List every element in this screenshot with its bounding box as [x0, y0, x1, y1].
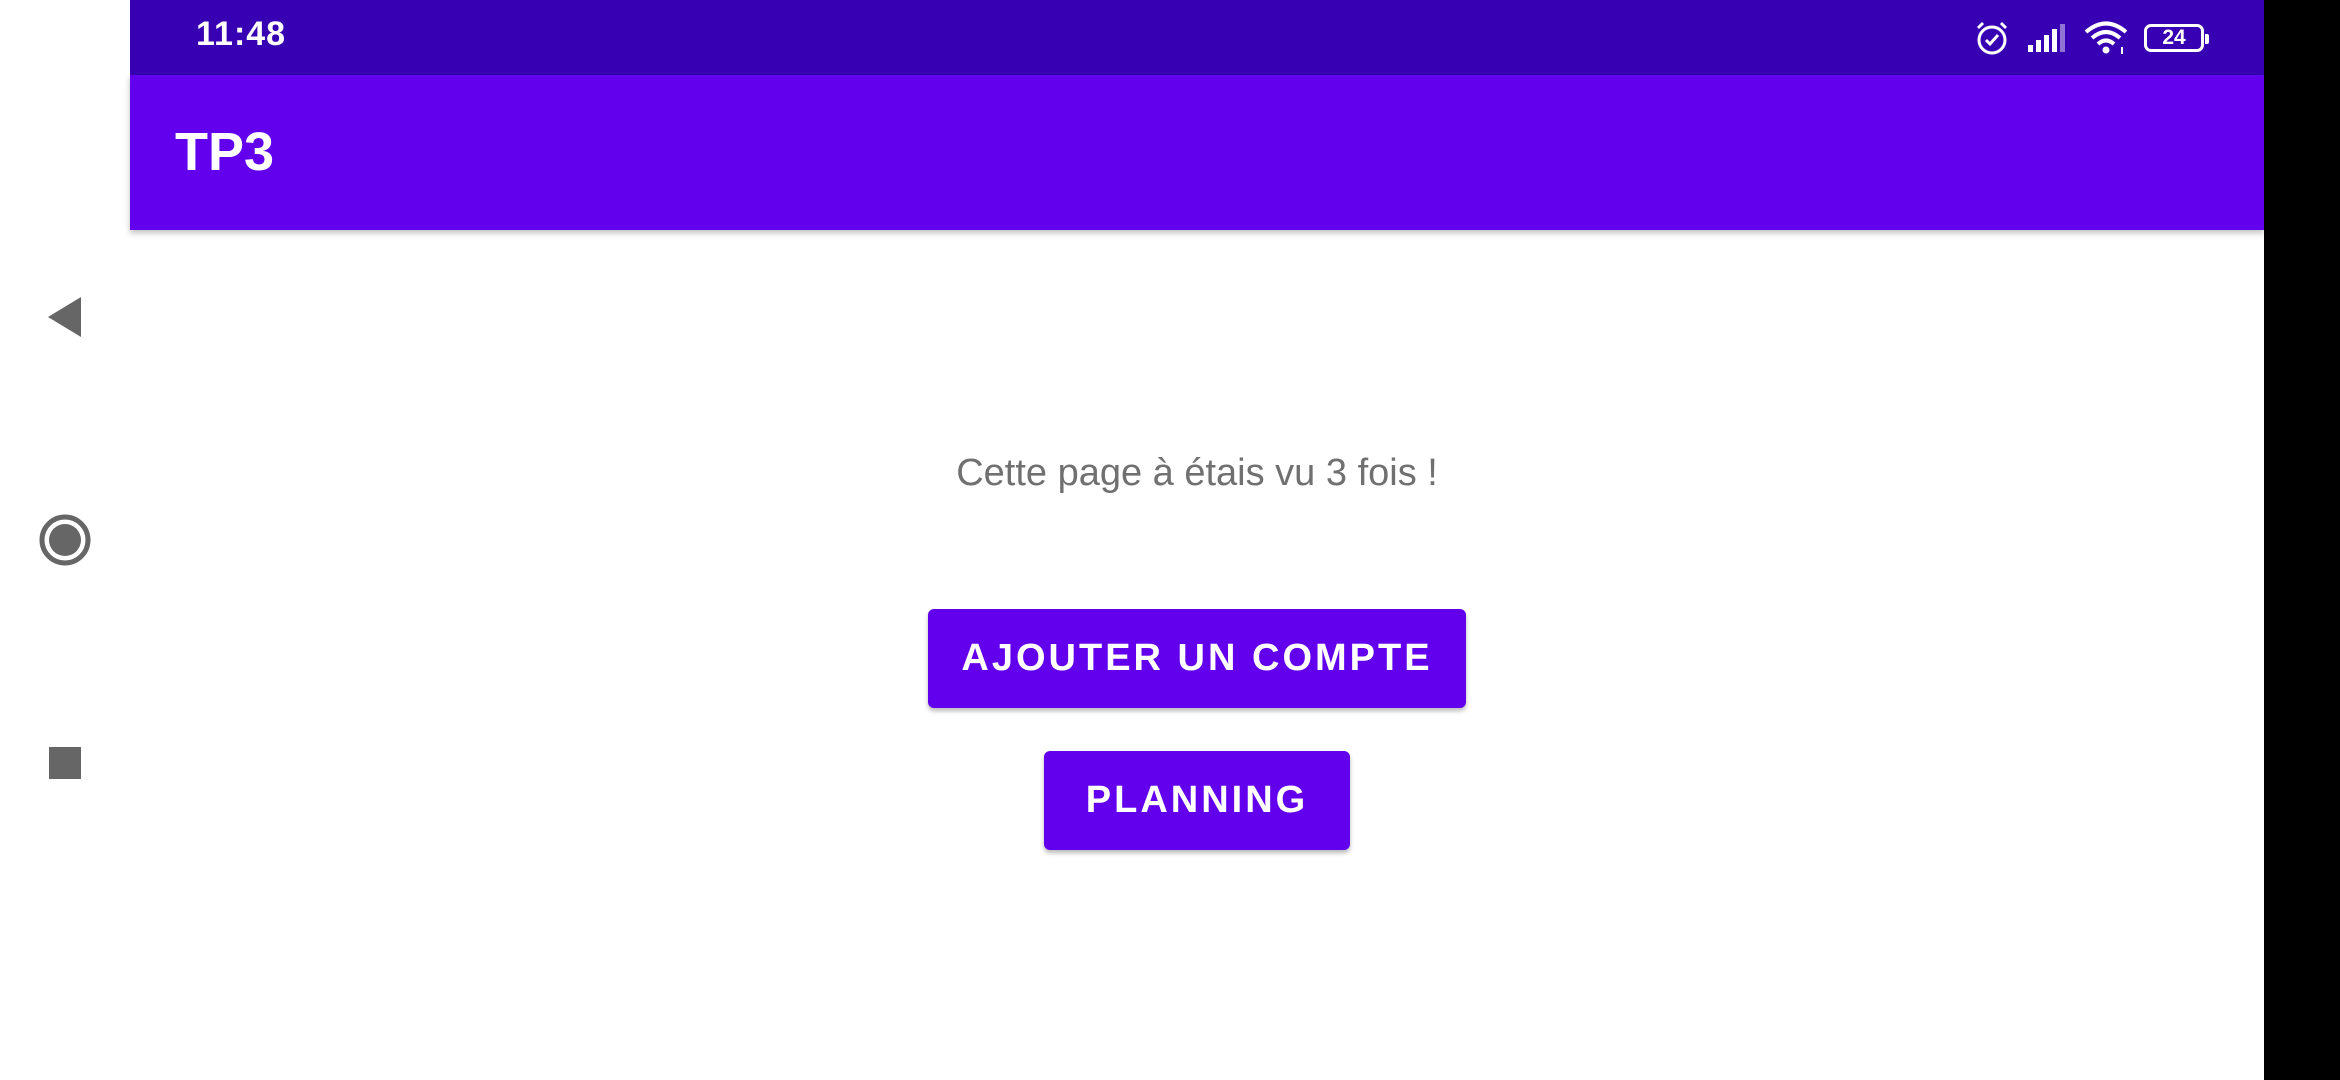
- recents-icon: [49, 747, 81, 779]
- back-button[interactable]: [20, 272, 110, 362]
- navigation-bar: [0, 0, 130, 1080]
- add-account-button[interactable]: AJOUTER UN COMPTE: [928, 609, 1466, 708]
- home-icon: [39, 514, 91, 566]
- alarm-icon: [1976, 21, 2008, 55]
- back-icon: [48, 297, 81, 337]
- main-content: Cette page à étais vu 3 fois ! AJOUTER U…: [130, 230, 2264, 1080]
- recents-button[interactable]: [20, 718, 110, 808]
- signal-icon: [2028, 24, 2065, 52]
- status-time: 11:48: [196, 15, 287, 53]
- wifi-icon: [2084, 21, 2128, 54]
- app-title: TP3: [175, 122, 275, 182]
- screen-edge: [2264, 0, 2340, 1080]
- planning-button[interactable]: PLANNING: [1044, 751, 1350, 850]
- battery-icon: 24: [2144, 24, 2209, 52]
- status-bar: 11:48 24: [130, 0, 2264, 75]
- battery-level: 24: [2162, 26, 2186, 49]
- status-icons: 24: [1974, 18, 2209, 58]
- home-button[interactable]: [20, 495, 110, 585]
- visit-counter-text: Cette page à étais vu 3 fois !: [956, 452, 1438, 494]
- app-bar: TP3: [130, 75, 2264, 230]
- screen: 11:48 24 TP3 Cette page à étais vu 3 foi…: [0, 0, 2340, 1080]
